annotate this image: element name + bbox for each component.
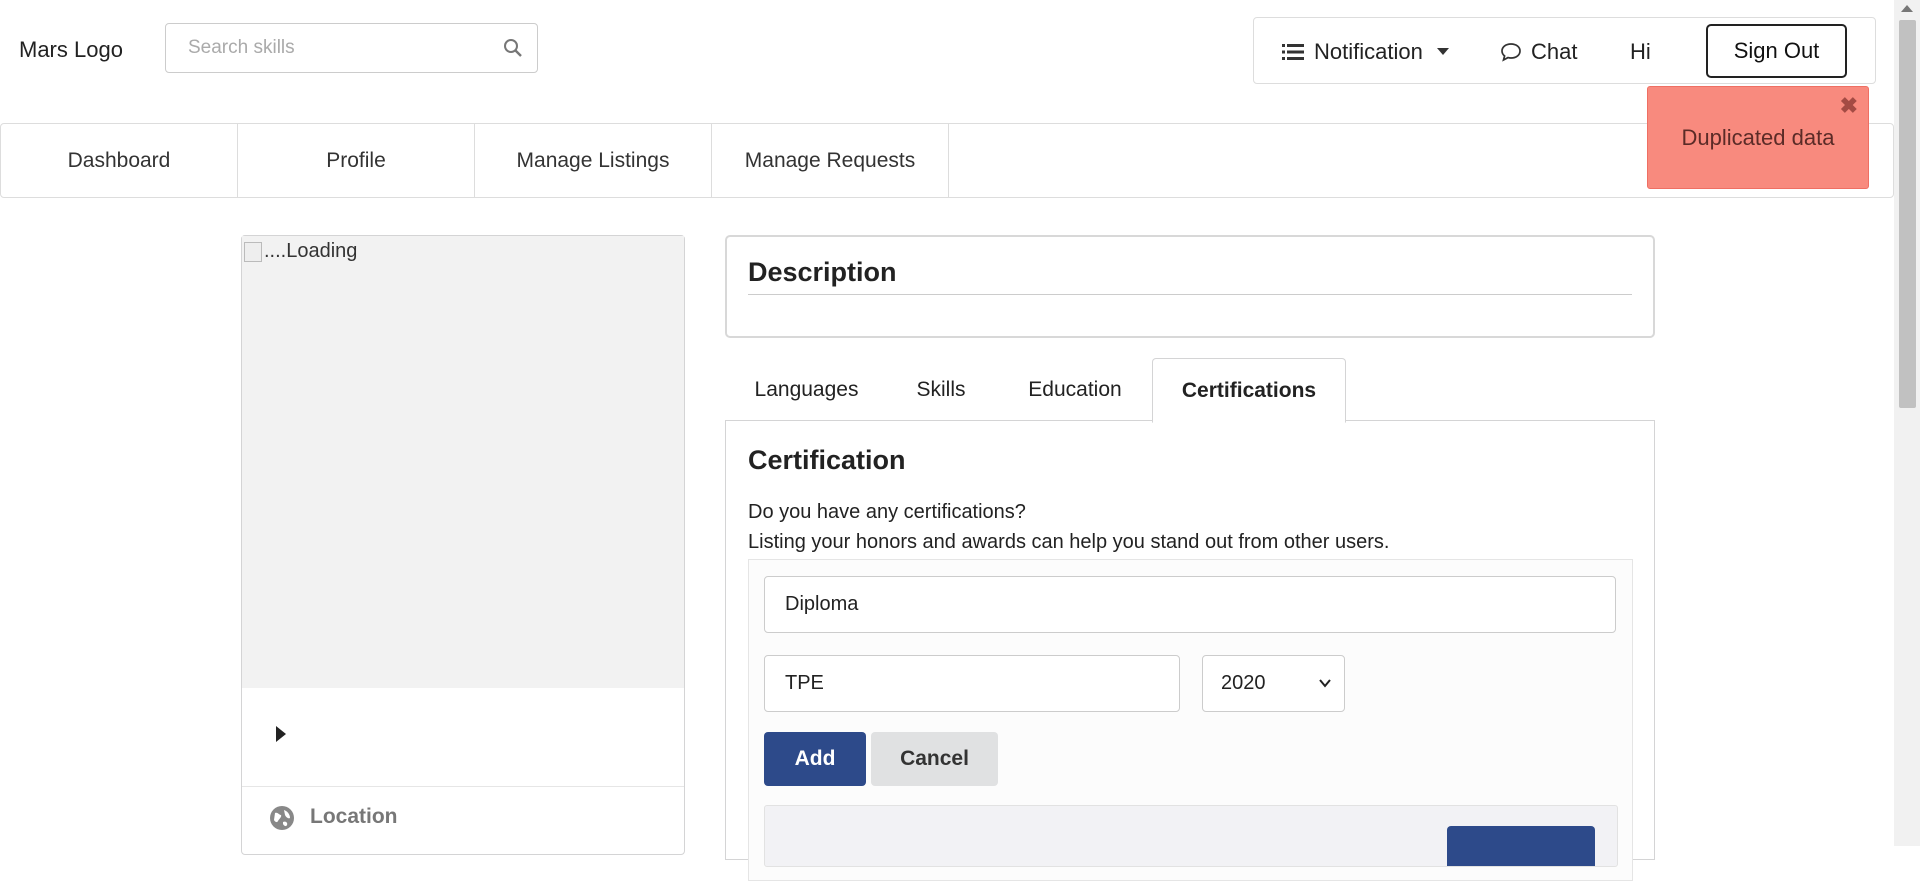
tab-languages[interactable]: Languages [738,358,875,421]
logo-text[interactable]: Mars Logo [19,37,123,63]
notification-menu[interactable]: Notification [1282,39,1449,65]
tab-skills[interactable]: Skills [895,358,987,421]
error-toast: ✖ Duplicated data [1647,86,1869,189]
nav-item-dashboard[interactable]: Dashboard [1,124,238,197]
page-scrollbar[interactable] [1894,0,1920,846]
year-select[interactable]: 2020 [1202,655,1345,712]
scroll-up-icon[interactable] [1901,5,1913,12]
divider [242,786,684,787]
add-new-button[interactable] [1447,826,1595,866]
search-icon[interactable] [503,38,523,58]
certified-from-input[interactable] [764,655,1180,712]
notification-label: Notification [1314,39,1423,64]
location-label: Location [310,805,398,828]
profile-card: ....Loading Location [241,235,685,855]
globe-icon [270,806,294,830]
chat-icon [1501,43,1521,62]
tab-education[interactable]: Education [1010,358,1140,421]
nav-item-manage-requests[interactable]: Manage Requests [712,124,949,197]
chat-label: Chat [1531,39,1578,64]
description-card: Description [725,235,1655,338]
list-icon [1282,44,1304,60]
chat-link[interactable]: Chat [1500,39,1577,65]
search-input[interactable] [186,24,490,72]
nav-item-manage-listings[interactable]: Manage Listings [475,124,712,197]
year-value: 2020 [1221,672,1266,694]
play-icon[interactable] [276,726,286,742]
certification-question: Do you have any certifications? [748,501,1026,523]
nav-item-profile[interactable]: Profile [238,124,475,197]
broken-image-icon [244,241,262,262]
certificate-name-input[interactable] [764,576,1616,633]
description-title: Description [748,257,897,287]
image-alt-text: ....Loading [264,240,358,262]
caret-down-icon [1436,48,1449,55]
certification-panel: Certification Do you have any certificat… [725,420,1655,881]
description-divider [748,294,1632,295]
certification-form: 2020 Add Cancel [748,559,1633,881]
certification-title: Certification [748,445,906,475]
certification-hint: Listing your honors and awards can help … [748,531,1390,553]
certification-table-header [764,805,1618,867]
top-menu: Notification Chat Hi Sign Out [1253,17,1876,84]
main-nav: Dashboard Profile Manage Listings Manage… [0,123,1894,198]
profile-image: ....Loading [242,236,684,688]
cancel-button[interactable]: Cancel [871,732,998,786]
search-box [165,23,538,73]
close-icon[interactable]: ✖ [1840,93,1858,119]
sign-out-button[interactable]: Sign Out [1706,24,1847,78]
chevron-down-icon [1319,679,1331,688]
scroll-thumb[interactable] [1899,20,1916,408]
tab-certifications[interactable]: Certifications [1152,358,1346,423]
toast-message: Duplicated data [1681,125,1835,150]
add-button[interactable]: Add [764,732,866,786]
greeting-text: Hi [1630,39,1651,64]
